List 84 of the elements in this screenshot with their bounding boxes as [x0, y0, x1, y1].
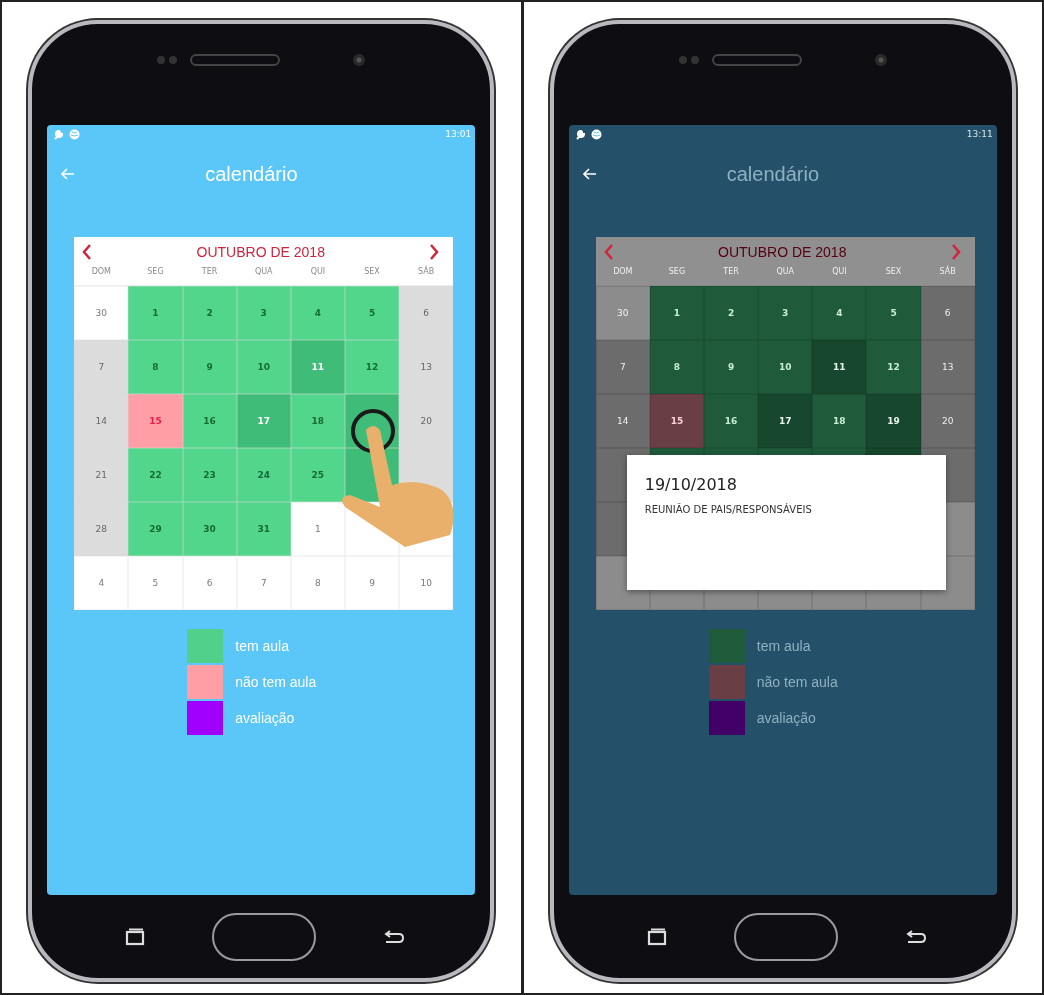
day-cell[interactable]: 30: [74, 286, 129, 340]
day-cell[interactable]: 1: [290, 502, 345, 556]
day-cell[interactable]: 24: [236, 448, 291, 502]
day-cell[interactable]: 16: [704, 394, 759, 448]
day-cell[interactable]: 23: [182, 448, 237, 502]
day-cell[interactable]: 10: [399, 556, 454, 610]
day-cell[interactable]: 20: [920, 394, 975, 448]
front-camera-icon: [352, 52, 367, 67]
day-cell[interactable]: 11: [812, 340, 867, 394]
legend-label: não tem aula: [756, 674, 838, 690]
chevron-left-icon[interactable]: [82, 244, 93, 260]
day-cell[interactable]: 13: [399, 340, 454, 394]
status-time: 13:01: [445, 129, 472, 139]
legend-label: tem aula: [235, 638, 289, 654]
day-cell[interactable]: 9: [182, 340, 237, 394]
back-arrow-icon[interactable]: [582, 168, 597, 180]
day-cell[interactable]: 30: [182, 502, 237, 556]
status-time: 13:11: [966, 129, 993, 139]
day-cell[interactable]: 19: [866, 394, 921, 448]
day-cell[interactable]: 14: [74, 394, 129, 448]
day-cell[interactable]: 31: [236, 502, 291, 556]
day-cell[interactable]: 7: [74, 340, 129, 394]
day-cell[interactable]: 1: [649, 286, 705, 340]
camera-dots-icon: [156, 54, 179, 65]
day-cell[interactable]: 7: [595, 340, 650, 394]
dialog-date: 19/10/2018: [644, 475, 738, 494]
home-button[interactable]: [733, 912, 838, 961]
day-cell[interactable]: 9: [344, 556, 400, 610]
day-cell[interactable]: 10: [236, 340, 291, 394]
day-cell[interactable]: 14: [595, 394, 650, 448]
day-cell[interactable]: 25: [290, 448, 345, 502]
dialog-message: REUNIÃO DE PAIS/RESPONSÁVEIS: [644, 504, 813, 515]
home-button[interactable]: [212, 912, 317, 961]
day-cell[interactable]: 2: [704, 286, 759, 340]
legend-label: avaliação: [756, 710, 816, 726]
screen-title: calendário: [726, 162, 820, 186]
day-cell[interactable]: 4: [812, 286, 867, 340]
day-cell[interactable]: 4: [290, 286, 345, 340]
day-cell[interactable]: 6: [399, 286, 454, 340]
speaker-grille-icon: [190, 53, 281, 66]
day-cell[interactable]: 3: [236, 286, 291, 340]
recent-apps-icon[interactable]: [646, 927, 667, 946]
day-cell[interactable]: 8: [649, 340, 705, 394]
screen-title: calendário: [205, 162, 298, 186]
day-cell[interactable]: 12: [866, 340, 921, 394]
day-cell[interactable]: 4: [74, 556, 129, 610]
month-label: OUTUBRO DE 2018: [718, 244, 847, 260]
legend-label: avaliação: [235, 710, 295, 726]
chevron-right-icon[interactable]: [429, 244, 440, 260]
back-icon[interactable]: [904, 928, 927, 945]
legend-label: não tem aula: [235, 674, 317, 690]
day-cell[interactable]: 18: [290, 394, 345, 448]
day-cell[interactable]: 17: [758, 394, 813, 448]
speaker-grille-icon: [711, 53, 802, 66]
camera-dots-icon: [677, 54, 700, 65]
day-cell[interactable]: 13: [920, 340, 975, 394]
day-cell[interactable]: 6: [182, 556, 237, 610]
day-cell[interactable]: 5: [128, 556, 183, 610]
day-cell[interactable]: 5: [866, 286, 921, 340]
day-cell[interactable]: 28: [74, 502, 129, 556]
day-cell[interactable]: 6: [920, 286, 975, 340]
day-cell[interactable]: 20: [399, 394, 454, 448]
day-cell[interactable]: 7: [236, 556, 291, 610]
day-cell[interactable]: 8: [128, 340, 183, 394]
back-icon[interactable]: [383, 928, 406, 945]
day-cell[interactable]: 18: [812, 394, 867, 448]
day-cell[interactable]: 5: [344, 286, 400, 340]
front-camera-icon: [873, 52, 888, 67]
day-cell[interactable]: 15: [649, 394, 705, 448]
day-cell[interactable]: 16: [182, 394, 237, 448]
day-cell[interactable]: 22: [128, 448, 183, 502]
day-cell[interactable]: 21: [74, 448, 129, 502]
legend-label: tem aula: [756, 638, 811, 654]
day-cell[interactable]: 30: [595, 286, 650, 340]
day-cell[interactable]: 1: [128, 286, 183, 340]
day-cell[interactable]: 29: [128, 502, 183, 556]
month-label: OUTUBRO DE 2018: [196, 244, 325, 260]
day-cell[interactable]: 10: [758, 340, 813, 394]
day-cell[interactable]: 2: [182, 286, 237, 340]
day-cell[interactable]: 9: [704, 340, 759, 394]
day-cell[interactable]: 8: [290, 556, 345, 610]
day-cell[interactable]: 3: [758, 286, 813, 340]
recent-apps-icon[interactable]: [125, 927, 146, 946]
day-cell[interactable]: 12: [344, 340, 400, 394]
